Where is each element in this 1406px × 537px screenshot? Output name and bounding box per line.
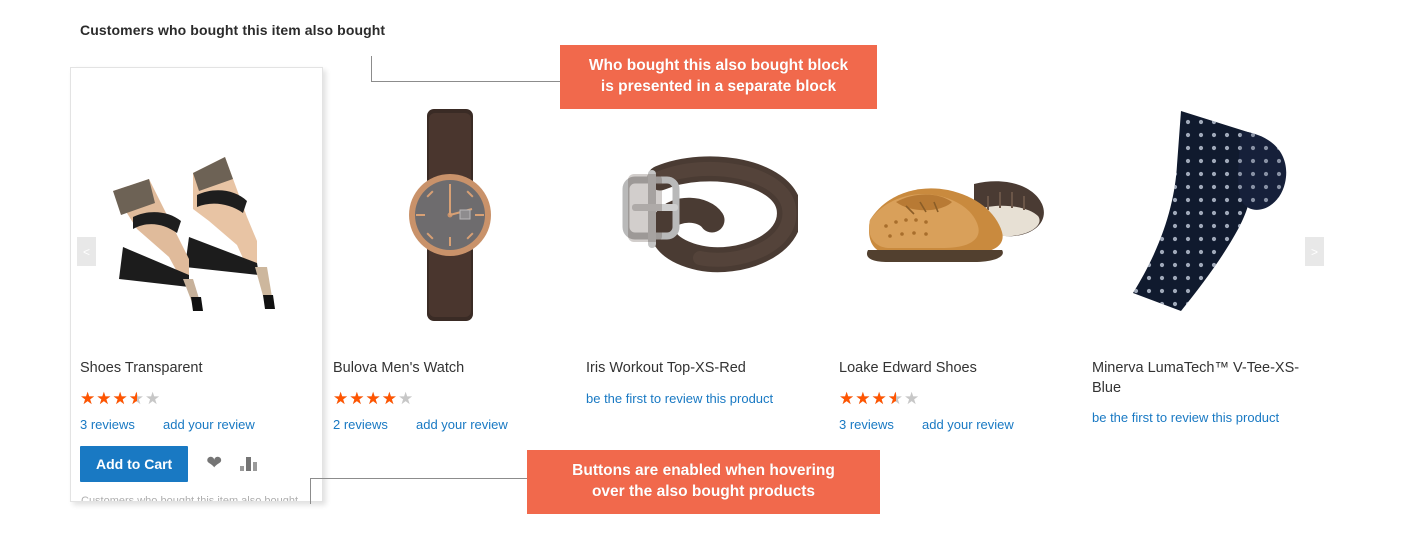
product-image-leather-belt[interactable] [586, 72, 819, 357]
product-name[interactable]: Loake Edward Shoes [839, 359, 1072, 379]
add-review-link[interactable]: add your review [416, 417, 508, 432]
star-rating: ★★★★★ ★★★★★ [839, 388, 921, 409]
product-rating[interactable]: ★★★★★ ★★★★★ [333, 388, 566, 409]
callout-hover-buttons: Buttons are enabled when hovering over t… [527, 450, 880, 514]
navy-necktie-art [1132, 110, 1286, 311]
review-links: 3 reviews add your review [80, 417, 313, 432]
reviews-count-link[interactable]: 3 reviews [80, 417, 163, 432]
add-review-link[interactable]: add your review [922, 417, 1014, 432]
review-links: 3 reviews add your review [839, 417, 1072, 432]
callout-line-1: Who bought this also bought block [588, 57, 849, 74]
also-bought-carousel: Bulova Men's Watch ★★★★★ ★★★★★ 2 reviews… [70, 67, 1336, 502]
review-links: 2 reviews add your review [333, 417, 566, 432]
high-heel-shoes-art [112, 157, 275, 311]
clipped-background-text: Customers who bought this item also boug… [81, 495, 299, 502]
brogue-shoes-art [866, 180, 1044, 262]
product-item[interactable]: Bulova Men's Watch ★★★★★ ★★★★★ 2 reviews… [323, 72, 576, 462]
carousel-prev-arrow[interactable]: < [77, 237, 96, 266]
product-image-navy-necktie[interactable] [1092, 72, 1325, 357]
callout-leader-line-vertical-2 [310, 478, 311, 504]
wishlist-button[interactable]: ❤ [206, 454, 222, 473]
product-image-high-heel-shoes[interactable] [80, 77, 313, 357]
compare-bars-icon [240, 456, 258, 472]
reviews-count-link[interactable]: 3 reviews [839, 417, 922, 432]
product-image-wrist-watch[interactable] [333, 72, 566, 357]
callout-leader-line-horizontal [371, 81, 561, 82]
product-image-brogue-shoes[interactable] [839, 72, 1072, 357]
wrist-watch-art [408, 108, 491, 321]
carousel-next-arrow[interactable]: > [1305, 237, 1324, 266]
heart-icon: ❤ [206, 452, 223, 475]
add-review-link[interactable]: add your review [163, 417, 255, 432]
product-name[interactable]: Minerva LumaTech™ V-Tee-XS-Blue [1092, 359, 1325, 398]
product-item[interactable]: Loake Edward Shoes ★★★★★ ★★★★★ 3 reviews… [829, 72, 1082, 462]
add-to-cart-button[interactable]: Add to Cart [80, 445, 189, 482]
callout-line-2: is presented in a separate block [600, 77, 837, 95]
product-name[interactable]: Iris Workout Top-XS-Red [586, 359, 819, 379]
reviews-count-link[interactable]: 2 reviews [333, 417, 416, 432]
leather-belt-art [622, 155, 798, 272]
no-reviews-link[interactable]: be the first to review this product [586, 391, 819, 406]
callout-leader-line-horizontal-2 [310, 478, 528, 479]
product-name[interactable]: Shoes Transparent [80, 359, 313, 379]
product-actions: Add to Cart ❤ [80, 445, 313, 482]
callout-line-1: Buttons are enabled when hovering [572, 462, 835, 479]
page-title: Customers who bought this item also boug… [80, 22, 386, 38]
star-rating: ★★★★★ ★★★★★ [333, 388, 415, 409]
callout-line-2: over the also bought products [591, 482, 816, 500]
product-item[interactable]: Minerva LumaTech™ V-Tee-XS-Blue be the f… [1082, 72, 1335, 462]
compare-button[interactable] [240, 456, 258, 472]
product-item-hovered[interactable]: Shoes Transparent ★★★★★ ★★★★★ 3 reviewsa… [70, 67, 323, 502]
product-name[interactable]: Bulova Men's Watch [333, 359, 566, 379]
no-reviews-link[interactable]: be the first to review this product [1092, 410, 1325, 425]
callout-leader-line-vertical [371, 56, 372, 82]
product-rating[interactable]: ★★★★★ ★★★★★ [80, 388, 313, 409]
product-rating[interactable]: ★★★★★ ★★★★★ [839, 388, 1072, 409]
star-rating: ★★★★★ ★★★★★ [80, 388, 162, 409]
callout-also-bought: Who bought this also bought block is pre… [560, 45, 877, 109]
product-item[interactable]: Iris Workout Top-XS-Red be the first to … [576, 72, 829, 462]
